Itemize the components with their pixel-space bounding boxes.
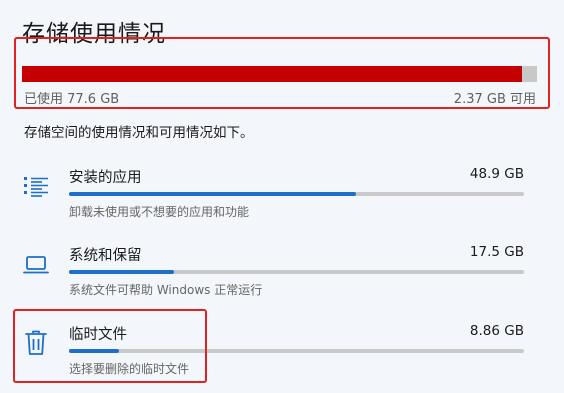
category-system-reserved[interactable]: 系统和保留 17.5 GB 系统文件可帮助 Windows 正常运行 [0, 244, 564, 314]
total-storage-bar-fill [22, 66, 522, 82]
category-installed-apps[interactable]: 安装的应用 48.9 GB 卸载未使用或不想要的应用和功能 [0, 166, 564, 236]
category-usage-bar [69, 192, 524, 196]
category-size: 48.9 GB [469, 166, 524, 182]
used-space-label: 已使用 77.6 GB [24, 92, 120, 107]
laptop-icon [22, 250, 50, 278]
category-subtitle: 系统文件可帮助 Windows 正常运行 [69, 283, 263, 297]
storage-description: 存储空间的使用情况和可用情况如下。 [24, 125, 254, 141]
category-usage-bar-fill [69, 270, 174, 274]
category-name: 系统和保留 [69, 248, 142, 264]
category-subtitle: 卸载未使用或不想要的应用和功能 [69, 205, 250, 219]
free-space-label: 2.37 GB 可用 [453, 92, 536, 107]
category-usage-bar [69, 270, 524, 274]
category-size: 17.5 GB [469, 244, 524, 260]
total-storage-bar [22, 66, 537, 82]
category-size: 8.86 GB [469, 323, 524, 339]
temporary-files-highlight-box [13, 309, 207, 383]
category-usage-bar-fill [69, 192, 356, 196]
apps-list-icon [22, 172, 50, 200]
category-name: 安装的应用 [69, 170, 142, 186]
